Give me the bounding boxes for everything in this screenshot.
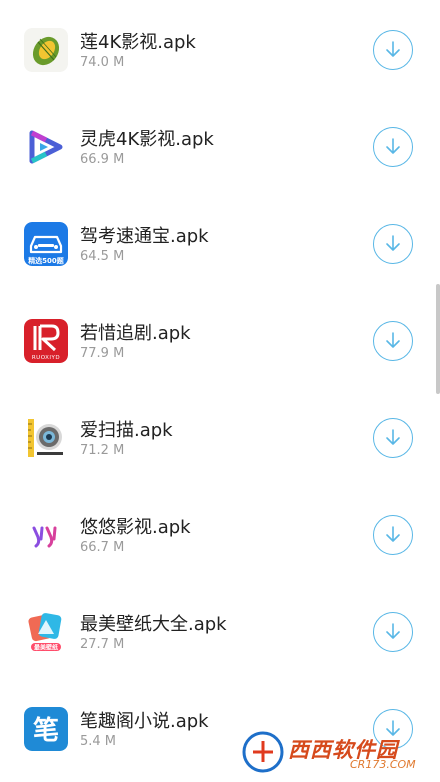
youyou-logo-icon [24,513,68,557]
file-size: 66.7 M [80,540,125,555]
file-size: 66.9 M [80,152,125,167]
download-arrow-icon [386,429,400,445]
wallpaper-icon: 最美壁纸 [24,610,68,654]
file-size: 27.7 M [80,637,125,652]
download-list: 莲4K影视.apk 74.0 M 灵虎4K影视.apk 66.9 M 精选500… [0,0,440,782]
file-name: 爱扫描.apk [80,420,173,441]
brush-character-icon: 笔 [24,707,68,751]
list-item[interactable]: RUOXIYD 若惜追剧.apk 77.9 M [0,291,440,387]
file-size: 77.9 M [80,346,125,361]
file-name: 莲4K影视.apk [80,32,196,53]
file-size: 64.5 M [80,249,125,264]
watermark-subtitle: CR173.COM [350,758,416,771]
list-item[interactable]: 精选500题 驾考速通宝.apk 64.5 M [0,194,440,290]
ruoxi-caption-text: RUOXIYD [32,355,60,361]
download-button[interactable] [373,224,413,264]
download-button[interactable] [373,30,413,70]
play-triangle-icon [24,125,68,169]
camera-lens-icon [24,416,68,460]
list-item[interactable]: 灵虎4K影视.apk 66.9 M [0,97,440,193]
download-button[interactable] [373,418,413,458]
biquge-char-text: 笔 [33,715,59,746]
ruoxi-logo-icon: RUOXIYD [24,319,68,363]
scrollbar-thumb[interactable] [436,284,440,394]
file-name: 悠悠影视.apk [80,517,191,538]
watermark: 西西软件园 CR173.COM [238,726,438,778]
download-button[interactable] [373,612,413,652]
download-button[interactable] [373,515,413,555]
file-name: 笔趣阁小说.apk [80,711,209,732]
download-arrow-icon [386,138,400,154]
list-item[interactable]: 最美壁纸 最美壁纸大全.apk 27.7 M [0,582,440,678]
file-name: 驾考速通宝.apk [80,226,209,247]
list-item[interactable]: 爱扫描.apk 71.2 M [0,388,440,484]
download-arrow-icon [386,332,400,348]
list-item[interactable]: 悠悠影视.apk 66.7 M [0,485,440,581]
file-size: 5.4 M [80,734,117,749]
durian-icon [24,28,68,72]
download-arrow-icon [386,41,400,57]
wallpaper-badge-text: 最美壁纸 [34,644,58,652]
download-arrow-icon [386,623,400,639]
file-name: 若惜追剧.apk [80,323,191,344]
download-button[interactable] [373,127,413,167]
watermark-logo-icon [241,730,285,774]
car-icon: 精选500题 [24,222,68,266]
download-button[interactable] [373,321,413,361]
file-size: 74.0 M [80,55,125,70]
file-size: 71.2 M [80,443,125,458]
list-item[interactable]: 莲4K影视.apk 74.0 M [0,0,440,96]
file-name: 灵虎4K影视.apk [80,129,214,150]
file-name: 最美壁纸大全.apk [80,614,227,635]
car-badge-text: 精选500题 [28,256,65,265]
download-arrow-icon [386,526,400,542]
download-arrow-icon [386,235,400,251]
